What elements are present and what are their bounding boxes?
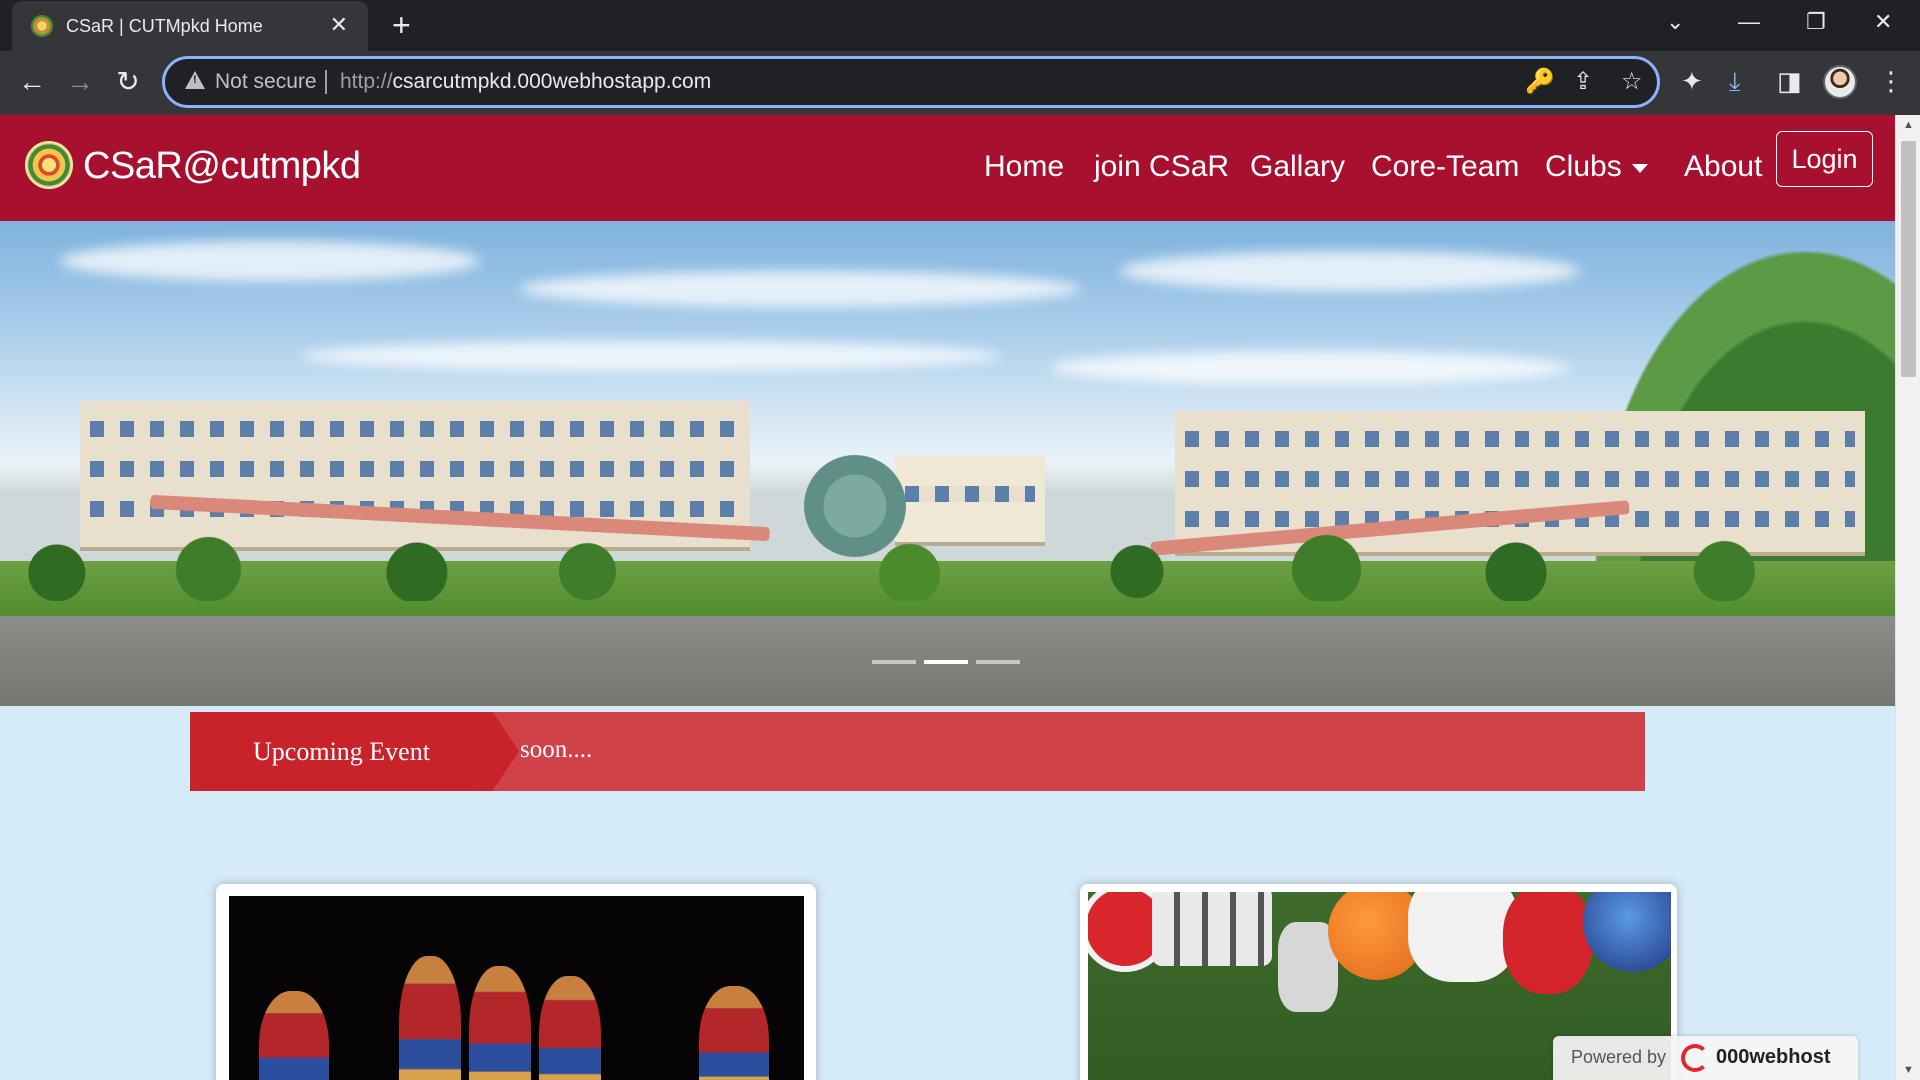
side-panel-icon[interactable]: ◨: [1777, 65, 1802, 97]
nav-link-about[interactable]: About: [1684, 150, 1762, 184]
bookmark-star-icon[interactable]: ☆: [1621, 67, 1643, 97]
tab-search-icon[interactable]: ⌄: [1666, 8, 1684, 36]
not-secure-warning-icon[interactable]: [185, 71, 205, 89]
browser-toolbar: ← → ↻ Not secure http://csarcutmpkd.000w…: [0, 51, 1920, 115]
dance-performance-image: [229, 896, 804, 1080]
profile-avatar[interactable]: [1823, 65, 1857, 99]
site-brand[interactable]: CSaR@cutmpkd: [83, 145, 361, 188]
nav-link-home[interactable]: Home: [984, 150, 1064, 184]
carousel-indicator-3[interactable]: [976, 660, 1020, 664]
nav-link-clubs[interactable]: Clubs: [1545, 150, 1648, 184]
security-label[interactable]: Not secure: [215, 70, 317, 94]
badge-powered-by: Powered by: [1571, 1047, 1667, 1067]
minimize-button[interactable]: —: [1738, 8, 1760, 36]
upcoming-event-ticker: soon.... Upcoming Event: [190, 712, 1645, 791]
url-scheme: http://: [340, 70, 393, 93]
page-viewport: CSaR@cutmpkd Home join CSaR Gallary Core…: [0, 115, 1920, 1080]
scrollbar-thumb[interactable]: [1901, 141, 1916, 377]
browser-tab-strip: CSaR | CUTMpkd Home ✕ + ⌄ — ❐ ✕: [0, 0, 1920, 51]
key-icon[interactable]: 🔑: [1525, 67, 1555, 97]
page-scrollbar[interactable]: ▲ ▼: [1895, 115, 1920, 1080]
address-bar[interactable]: Not secure http://csarcutmpkd.000webhost…: [162, 56, 1660, 108]
ticker-arrow-icon: [493, 712, 519, 790]
nav-clubs-label: Clubs: [1545, 150, 1622, 183]
nav-link-gallary[interactable]: Gallary: [1250, 150, 1345, 184]
carousel-indicator-1[interactable]: [872, 660, 916, 664]
carousel-indicator-2[interactable]: [924, 660, 968, 664]
tab-title: CSaR | CUTMpkd Home: [66, 16, 263, 36]
close-window-button[interactable]: ✕: [1874, 8, 1892, 36]
hosting-badge[interactable]: Powered by 000webhost: [1553, 1036, 1858, 1080]
000webhost-logo-icon: [1681, 1044, 1709, 1072]
card-cultural-club[interactable]: [216, 884, 816, 1080]
reload-button[interactable]: ↻: [110, 65, 146, 99]
hero-carousel[interactable]: [0, 221, 1895, 706]
nav-link-join-csar[interactable]: join CSaR: [1094, 150, 1229, 184]
forward-button[interactable]: →: [62, 65, 98, 99]
site-navbar: CSaR@cutmpkd Home join CSaR Gallary Core…: [0, 115, 1895, 221]
university-logo-icon[interactable]: [25, 141, 73, 189]
download-icon[interactable]: ⤓: [1729, 65, 1741, 97]
login-button[interactable]: Login: [1776, 131, 1873, 187]
ticker-marquee-text: soon....: [520, 736, 593, 763]
share-icon[interactable]: ⇪: [1573, 67, 1593, 97]
url-host: csarcutmpkd.000webhostapp.com: [392, 70, 712, 93]
new-tab-button[interactable]: +: [392, 8, 411, 42]
tab-close-icon[interactable]: ✕: [330, 12, 348, 38]
chevron-down-icon: [1631, 163, 1648, 173]
browser-tab[interactable]: CSaR | CUTMpkd Home ✕: [12, 1, 368, 51]
scroll-up-icon[interactable]: ▲: [1903, 119, 1914, 131]
badge-brand: 000webhost: [1716, 1046, 1831, 1068]
carousel-indicators: [872, 660, 1020, 664]
upcoming-event-label: Upcoming Event: [190, 712, 493, 791]
address-separator: [325, 70, 327, 94]
url-text[interactable]: http://csarcutmpkd.000webhostapp.com: [340, 70, 711, 94]
extensions-icon[interactable]: ✦: [1681, 65, 1703, 97]
scroll-down-icon[interactable]: ▼: [1903, 1064, 1914, 1076]
nav-link-core-team[interactable]: Core-Team: [1371, 150, 1519, 184]
restore-button[interactable]: ❐: [1806, 8, 1826, 36]
site-favicon-icon: [31, 15, 53, 37]
browser-menu-icon[interactable]: ⋮: [1878, 65, 1904, 97]
back-button[interactable]: ←: [14, 65, 50, 99]
